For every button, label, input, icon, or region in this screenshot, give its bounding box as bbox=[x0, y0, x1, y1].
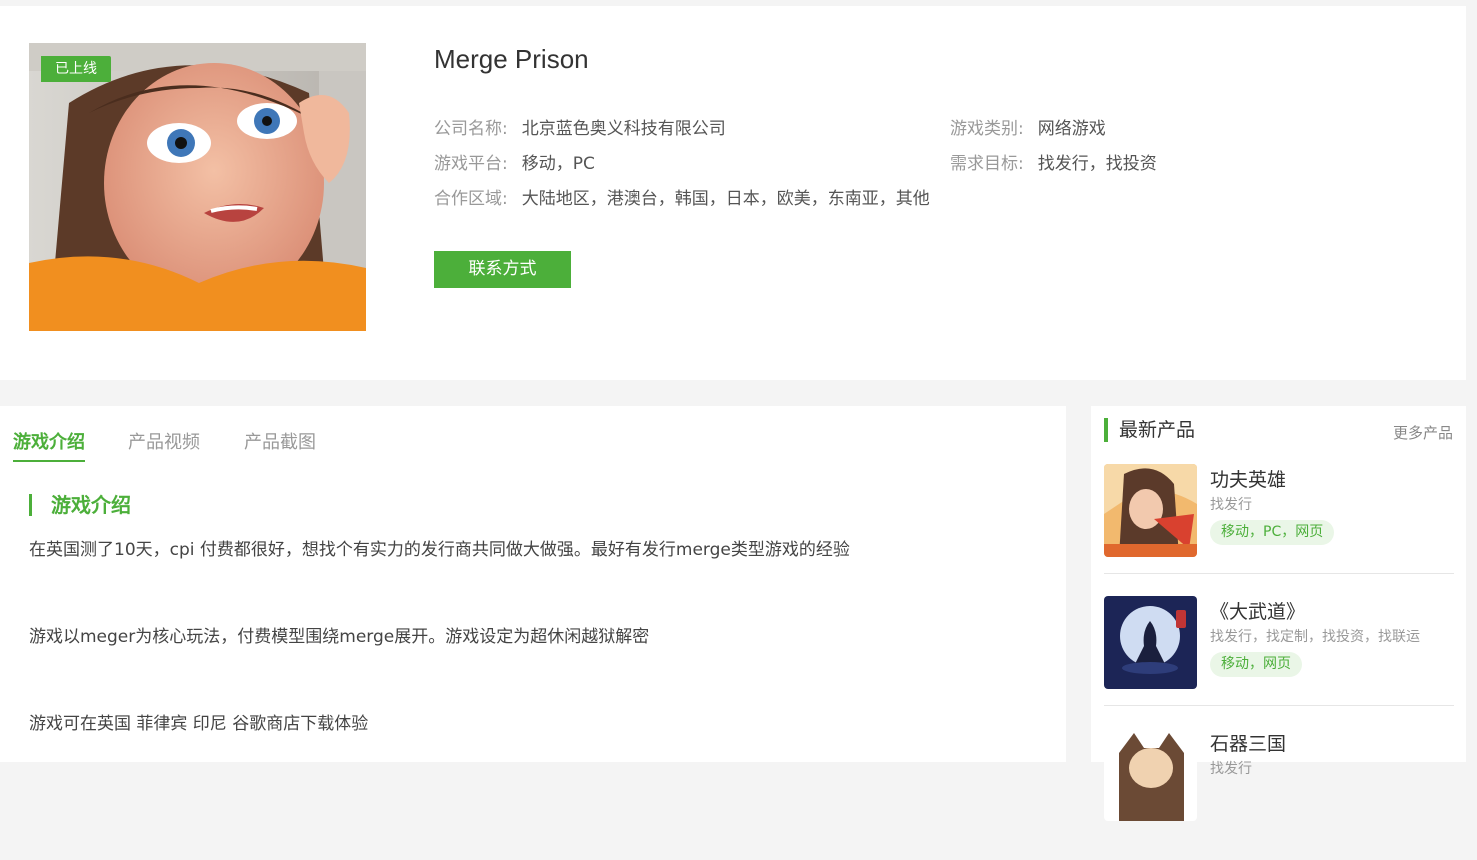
info-region: 合作区域: 大陆地区，港澳台，韩国，日本，欧美，东南亚，其他 bbox=[434, 188, 930, 210]
category-value: 网络游戏 bbox=[1037, 119, 1106, 139]
info-goal: 需求目标: 找发行，找投资 bbox=[950, 153, 1157, 175]
product-need: 找发行，找定制，找投资，找联运 bbox=[1210, 629, 1420, 645]
product-item[interactable]: 石器三国 找发行 bbox=[1104, 728, 1454, 860]
product-need: 找发行 bbox=[1210, 497, 1252, 513]
product-item[interactable]: 《大武道》 找发行，找定制，找投资，找联运 移动，网页 bbox=[1104, 596, 1454, 728]
game-cover-image: 已上线 bbox=[29, 43, 366, 331]
region-value: 大陆地区，港澳台，韩国，日本，欧美，东南亚，其他 bbox=[521, 189, 930, 209]
info-company: 公司名称: 北京蓝色奥义科技有限公司 bbox=[434, 118, 726, 140]
game-header-card: 已上线 Merge Prison 公司名称: 北京蓝色奥义科技有限公司 游戏类别:… bbox=[0, 6, 1466, 380]
product-platform-tag: 移动，PC，网页 bbox=[1210, 520, 1335, 545]
company-label: 公司名称: bbox=[434, 119, 508, 139]
divider bbox=[1104, 573, 1454, 574]
info-platform: 游戏平台: 移动，PC bbox=[434, 153, 595, 175]
product-need: 找发行 bbox=[1210, 761, 1252, 777]
product-thumbnail bbox=[1104, 728, 1197, 821]
info-category: 游戏类别: 网络游戏 bbox=[950, 118, 1106, 140]
platform-value: 移动，PC bbox=[521, 154, 595, 174]
company-value: 北京蓝色奥义科技有限公司 bbox=[521, 119, 726, 139]
contact-button[interactable]: 联系方式 bbox=[434, 251, 571, 288]
product-name: 《大武道》 bbox=[1210, 601, 1306, 623]
goal-value: 找发行，找投资 bbox=[1037, 154, 1157, 174]
goal-label: 需求目标: bbox=[950, 154, 1024, 174]
intro-paragraph: 在英国测了10天，cpi 付费都很好，想找个有实力的发行商共同做大做强。最好有发… bbox=[29, 540, 850, 560]
intro-paragraph: 游戏以meger为核心玩法，付费模型围绕merge展开。游戏设定为超休闲越狱解密 bbox=[29, 627, 650, 647]
product-thumbnail bbox=[1104, 596, 1197, 689]
page-title: Merge Prison bbox=[434, 44, 589, 74]
region-label: 合作区域: bbox=[434, 189, 508, 209]
category-label: 游戏类别: bbox=[950, 119, 1024, 139]
latest-products-sidebar: 最新产品 更多产品 功夫英雄 找发行 移动，PC，网页 《大武道》 找发行，找定… bbox=[1091, 406, 1466, 821]
sidebar-title: 最新产品 bbox=[1104, 418, 1195, 442]
product-name: 功夫英雄 bbox=[1210, 469, 1287, 491]
main-content-card: 游戏介绍 产品视频 产品截图 游戏介绍 在英国测了10天，cpi 付费都很好，想… bbox=[0, 406, 1066, 762]
tab-game-intro[interactable]: 游戏介绍 bbox=[13, 428, 85, 462]
intro-paragraph: 游戏可在英国 菲律宾 印尼 谷歌商店下载体验 bbox=[29, 714, 369, 734]
product-item[interactable]: 功夫英雄 找发行 移动，PC，网页 bbox=[1104, 464, 1454, 596]
product-platform-tag: 移动，网页 bbox=[1210, 652, 1302, 677]
divider bbox=[1104, 705, 1454, 706]
more-products-link[interactable]: 更多产品 bbox=[1393, 422, 1453, 443]
status-badge: 已上线 bbox=[41, 56, 111, 82]
tab-product-screenshots[interactable]: 产品截图 bbox=[244, 428, 316, 460]
tab-product-video[interactable]: 产品视频 bbox=[128, 428, 200, 460]
platform-label: 游戏平台: bbox=[434, 154, 508, 174]
product-name: 石器三国 bbox=[1210, 733, 1287, 755]
product-thumbnail bbox=[1104, 464, 1197, 557]
section-heading: 游戏介绍 bbox=[29, 494, 131, 516]
